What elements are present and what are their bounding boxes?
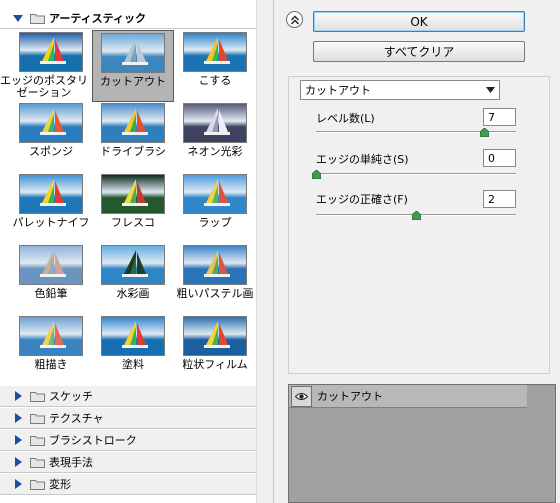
filter-thumb-paint[interactable]: 塗料 (92, 314, 174, 386)
filter-thumb-image (19, 174, 83, 214)
filter-thumb-image (19, 103, 83, 143)
filter-thumb-image (183, 32, 247, 72)
filter-thumb-label: パレットナイフ (12, 216, 90, 229)
triangle-right-icon[interactable] (12, 478, 24, 490)
folder-icon (30, 391, 45, 402)
filter-thumb-image (101, 33, 165, 73)
filter-thumb-watercolor[interactable]: 水彩画 (92, 243, 174, 315)
filter-thumb-label: 粒状フィルム (182, 358, 248, 371)
eye-icon[interactable] (291, 385, 312, 407)
folder-closed-label: ブラシストローク (49, 434, 137, 447)
filter-thumb-image (183, 316, 247, 356)
filter-thumb-pastel[interactable]: 粗いパステル画 (174, 243, 256, 315)
folder-closed-label: スケッチ (49, 390, 93, 403)
filter-thumb-image (101, 316, 165, 356)
filter-thumb-smudge[interactable]: こする (174, 30, 256, 102)
filter-thumb-label: スポンジ (29, 145, 73, 158)
filter-thumb-image (19, 245, 83, 285)
filter-thumb-sponge[interactable]: スポンジ (10, 101, 92, 173)
folder-closed-label: 変形 (49, 478, 71, 491)
filter-thumb-label: カットアウト (100, 75, 166, 88)
filter-thumb-label: 粗いパステル画 (176, 287, 254, 300)
folder-artistic-label: アーティスティック (49, 12, 147, 25)
param-value-input-2[interactable]: 2 (483, 190, 516, 208)
folder-closed-4[interactable]: 変形 (0, 474, 256, 495)
triangle-right-icon[interactable] (12, 390, 24, 402)
filter-thumb-pencil[interactable]: 色鉛筆 (10, 243, 92, 315)
filter-select[interactable]: カットアウト (300, 80, 500, 100)
collapse-gallery-button[interactable] (286, 11, 303, 28)
param-value-input-1[interactable]: 0 (483, 149, 516, 167)
filter-thumb-palette[interactable]: パレットナイフ (10, 172, 92, 244)
filter-thumb-image (19, 32, 83, 72)
filter-thumb-label: こする (198, 74, 232, 87)
filter-thumb-poster[interactable]: エッジのポスタリゼーション (0, 30, 92, 102)
folder-icon (30, 479, 45, 490)
param-label-0: レベル数(L) (316, 112, 375, 125)
triangle-down-icon[interactable] (12, 12, 24, 24)
filter-thumb-label: ドライブラシ (100, 145, 166, 158)
triangle-right-icon[interactable] (12, 456, 24, 468)
filter-thumb-label: 色鉛筆 (34, 287, 68, 300)
filter-thumb-label: ラップ (198, 216, 232, 229)
filter-thumb-label: 水彩画 (116, 287, 150, 300)
clear-all-button[interactable]: すべてクリア (313, 41, 525, 62)
triangle-right-icon[interactable] (12, 434, 24, 446)
param-slider-track-1[interactable] (316, 173, 516, 175)
folder-closed-2[interactable]: ブラシストローク (0, 430, 256, 451)
filter-thumb-label: 塗料 (122, 358, 144, 371)
folder-closed-3[interactable]: 表現手法 (0, 452, 256, 473)
param-slider-handle-2[interactable] (411, 210, 422, 221)
folder-icon (30, 435, 45, 446)
folder-closed-label: テクスチャ (49, 412, 104, 425)
filter-thumb-neon[interactable]: ネオン光彩 (174, 101, 256, 173)
param-value-input-0[interactable]: 7 (483, 108, 516, 126)
effect-layer-name: カットアウト (317, 390, 383, 403)
filter-thumb-rough[interactable]: 粗描き (10, 314, 92, 386)
double-chevron-up-icon (290, 15, 299, 24)
filter-thumb-label: ネオン光彩 (187, 145, 243, 158)
filter-thumb-image (101, 174, 165, 214)
param-slider-handle-1[interactable] (311, 169, 322, 180)
filter-thumb-label: エッジのポスタリゼーション (0, 74, 88, 99)
filter-thumb-image (183, 103, 247, 143)
filter-thumb-image (183, 174, 247, 214)
filter-thumb-wrap[interactable]: ラップ (174, 172, 256, 244)
folder-icon (30, 413, 45, 424)
folder-artistic[interactable]: アーティスティック (0, 8, 256, 29)
ok-button[interactable]: OK (313, 11, 525, 32)
param-label-1: エッジの単純さ(S) (316, 153, 409, 166)
filter-thumb-cutout[interactable]: カットアウト (92, 30, 174, 102)
triangle-right-icon[interactable] (12, 412, 24, 424)
folder-closed-1[interactable]: テクスチャ (0, 408, 256, 429)
filter-thumb-fresco[interactable]: フレスコ (92, 172, 174, 244)
folder-icon (30, 457, 45, 468)
param-slider-handle-0[interactable] (479, 127, 490, 138)
filter-thumb-label: フレスコ (111, 216, 155, 229)
chevron-down-icon[interactable] (483, 83, 497, 97)
param-label-2: エッジの正確さ(F) (316, 193, 408, 206)
filter-thumb-grain[interactable]: 粒状フィルム (174, 314, 256, 386)
filter-thumb-image (19, 316, 83, 356)
folder-closed-0[interactable]: スケッチ (0, 386, 256, 407)
filter-select-value: カットアウト (305, 84, 371, 97)
gallery-scrollbar[interactable] (256, 0, 273, 503)
folder-closed-label: 表現手法 (49, 456, 93, 469)
folder-icon (30, 13, 45, 24)
filter-thumb-image (101, 103, 165, 143)
filter-thumb-image (101, 245, 165, 285)
filter-gallery: アーティスティック エッジのポスタリゼーション カットアウト こするスポンジ ドライブ… (0, 0, 274, 503)
effect-layer-row[interactable]: カットアウト (289, 385, 527, 408)
filter-thumb-image (183, 245, 247, 285)
filter-thumb-drybrush[interactable]: ドライブラシ (92, 101, 174, 173)
filter-thumb-label: 粗描き (34, 358, 68, 371)
